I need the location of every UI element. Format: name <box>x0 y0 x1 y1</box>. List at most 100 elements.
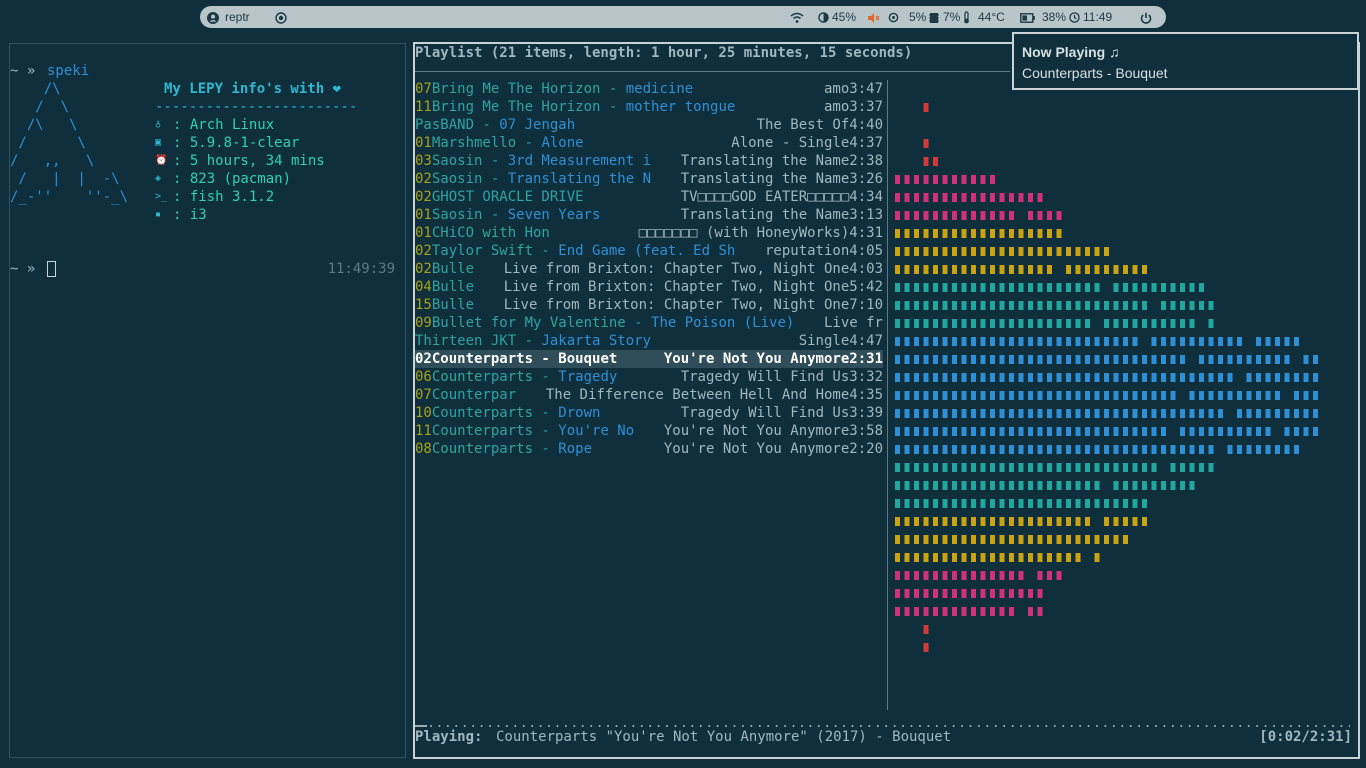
visualizer-bar <box>1009 373 1014 382</box>
visualizer-bar <box>961 463 967 472</box>
playlist-row[interactable]: 08 Counterparts - Rope You're Not You Anym… <box>415 440 883 458</box>
progress-track-dot <box>741 725 744 727</box>
progress-track-dot <box>472 725 475 727</box>
track-album: Translating the Name <box>680 153 850 169</box>
visualizer-bar <box>933 301 938 310</box>
muted-speaker-icon[interactable] <box>867 6 880 28</box>
visualizer-bar <box>1009 229 1014 238</box>
notification-body: Counterparts - Bouquet <box>1022 65 1168 81</box>
visualizer-bar <box>1094 553 1100 562</box>
visualizer-bar <box>895 355 900 364</box>
visualizer-bar <box>895 553 900 562</box>
playlist-row[interactable]: 11 Bring Me The Horizon - mother tongue am… <box>415 98 883 116</box>
visualizer-bar <box>1275 355 1280 364</box>
wifi-icon[interactable] <box>790 6 804 28</box>
visualizer-bar <box>1123 409 1128 418</box>
playlist-row[interactable]: 11 Counterparts - You're No You're Not You… <box>415 422 883 440</box>
progress-track-dot <box>733 725 736 727</box>
playlist-row[interactable]: 02 Bulle Live from Brixton: Chapter Two, N… <box>415 260 883 278</box>
playlist-row[interactable]: PasBAND - 07 Jengah The Best Of 4:40 <box>415 116 883 134</box>
playlist-row[interactable]: 03 Saosin - 3rd Measurement i Translating … <box>415 152 883 170</box>
track-artist: Counterparts - <box>431 351 559 367</box>
track-number: 15 <box>415 297 432 313</box>
playlist-row[interactable]: 06 Counterparts - Tragedy Tragedy Will Fin… <box>415 368 883 386</box>
record-icon[interactable] <box>275 6 287 28</box>
now-playing-notification[interactable]: Now Playing ♫ Counterparts - Bouquet <box>1012 32 1359 90</box>
visualizer-bar <box>952 373 957 382</box>
playlist-row[interactable]: 07 Counterpar The Difference Between Hell … <box>415 386 883 404</box>
notification-title: Now Playing ♫ <box>1022 44 1120 60</box>
visualizer-bar <box>1075 499 1081 508</box>
track-album: You're Not You Anymore <box>663 441 850 457</box>
track-album: You're Not You Anymore <box>663 351 850 367</box>
visualizer-bar <box>1028 427 1033 436</box>
visualizer-bar <box>1227 373 1233 382</box>
visualizer-bar <box>1113 427 1119 436</box>
workspace-label[interactable]: reptr <box>225 6 250 28</box>
visualizer-bar <box>923 175 929 184</box>
progress-track-dot <box>918 725 921 727</box>
progress-track-dot <box>1146 725 1149 727</box>
visualizer-bar <box>914 337 919 346</box>
visualizer-bar <box>1066 409 1071 418</box>
playlist-row[interactable]: 15 Bulle Live from Brixton: Chapter Two, N… <box>415 296 883 314</box>
music-player-window[interactable]: Playlist (21 items, length: 1 hour, 25 m… <box>413 42 1360 759</box>
visualizer-bar <box>1284 445 1290 454</box>
playlist-row[interactable]: 07 Bring Me The Horizon - medicine amo 3:47 <box>415 80 883 98</box>
visualizer-bar <box>952 535 957 544</box>
visualizer-bar <box>990 517 995 526</box>
visualizer-bar <box>1170 283 1176 292</box>
visualizer-bar <box>1066 247 1071 256</box>
visualizer-bar <box>1018 193 1024 202</box>
visualizer-bar <box>1056 571 1062 580</box>
visualizer-bar <box>1104 337 1109 346</box>
visualizer-bar <box>1208 373 1214 382</box>
playlist-row[interactable]: 02 Taylor Swift - End Game (feat. Ed Sh re… <box>415 242 883 260</box>
package-icon: ◈ <box>155 173 162 184</box>
track-number: 01 <box>415 207 432 223</box>
terminal-window[interactable]: ~ » speki /\ / \ /\ \ / \ / ,, \ / | | -\… <box>9 43 406 758</box>
playlist-row[interactable]: 02 Counterparts - Bouquet You're Not You … <box>415 350 883 368</box>
playlist-row[interactable]: 01 Saosin - Seven Years Translating the Na… <box>415 206 883 224</box>
ascii-logo-line: / | | -\ <box>10 171 120 187</box>
progress-track-dot <box>725 725 728 727</box>
playlist-row[interactable]: Thirteen JKT - Jakarta Story Single 4:47 <box>415 332 883 350</box>
visualizer-bar <box>933 283 938 292</box>
visualizer-bar <box>1018 283 1024 292</box>
track-album: □□□□□□□ (with HoneyWorks) <box>638 225 850 241</box>
playlist-row[interactable]: 10 Counterparts - Drown Tragedy Will Find … <box>415 404 883 422</box>
visualizer-bar <box>1009 319 1014 328</box>
playlist-row[interactable]: 04 Bulle Live from Brixton: Chapter Two, N… <box>415 278 883 296</box>
progress-track-dot <box>716 725 719 727</box>
playlist-row[interactable]: 01 Marshmello - Alone Alone - Single 4:37 <box>415 134 883 152</box>
playlist-row[interactable]: 09 Bullet for My Valentine - The Poison (… <box>415 314 883 332</box>
visualizer-bar <box>1256 409 1261 418</box>
visualizer-bar <box>1037 193 1043 202</box>
progress-bar[interactable] <box>415 716 1351 727</box>
visualizer-bar <box>1066 517 1071 526</box>
track-title: Rope <box>558 441 593 457</box>
track-title: 3rd Measurement i <box>507 153 652 169</box>
visualizer-bar <box>1037 301 1043 310</box>
visualizer-bar <box>1294 373 1299 382</box>
playlist-row[interactable]: 01 CHiCO with Hon □□□□□□□ (with HoneyWorks… <box>415 224 883 242</box>
visualizer-bar <box>1056 301 1062 310</box>
power-icon[interactable] <box>1140 6 1152 28</box>
playlist-row[interactable]: 02 Saosin - Translating the N Translating … <box>415 170 883 188</box>
visualizer-bar <box>1132 337 1138 346</box>
progress-track-dot <box>1087 725 1090 727</box>
visualizer-bar <box>999 211 1005 220</box>
visualizer-bar <box>904 373 910 382</box>
visualizer-bar <box>1123 283 1128 292</box>
playlist-row[interactable]: 02 GHOST ORACLE DRIVE TV□□□□GOD EATER□□□□□… <box>415 188 883 206</box>
visualizer-bar <box>999 481 1005 490</box>
visualizer-bar <box>1075 517 1081 526</box>
visualizer-bar <box>1151 319 1157 328</box>
visualizer-bar <box>1056 337 1062 346</box>
visualizer-bar <box>1047 301 1052 310</box>
visualizer-bar <box>952 229 957 238</box>
visualizer-bar <box>1056 247 1062 256</box>
visualizer-bar <box>961 193 967 202</box>
visualizer-bar <box>1123 391 1128 400</box>
progress-track-dot <box>674 725 677 727</box>
